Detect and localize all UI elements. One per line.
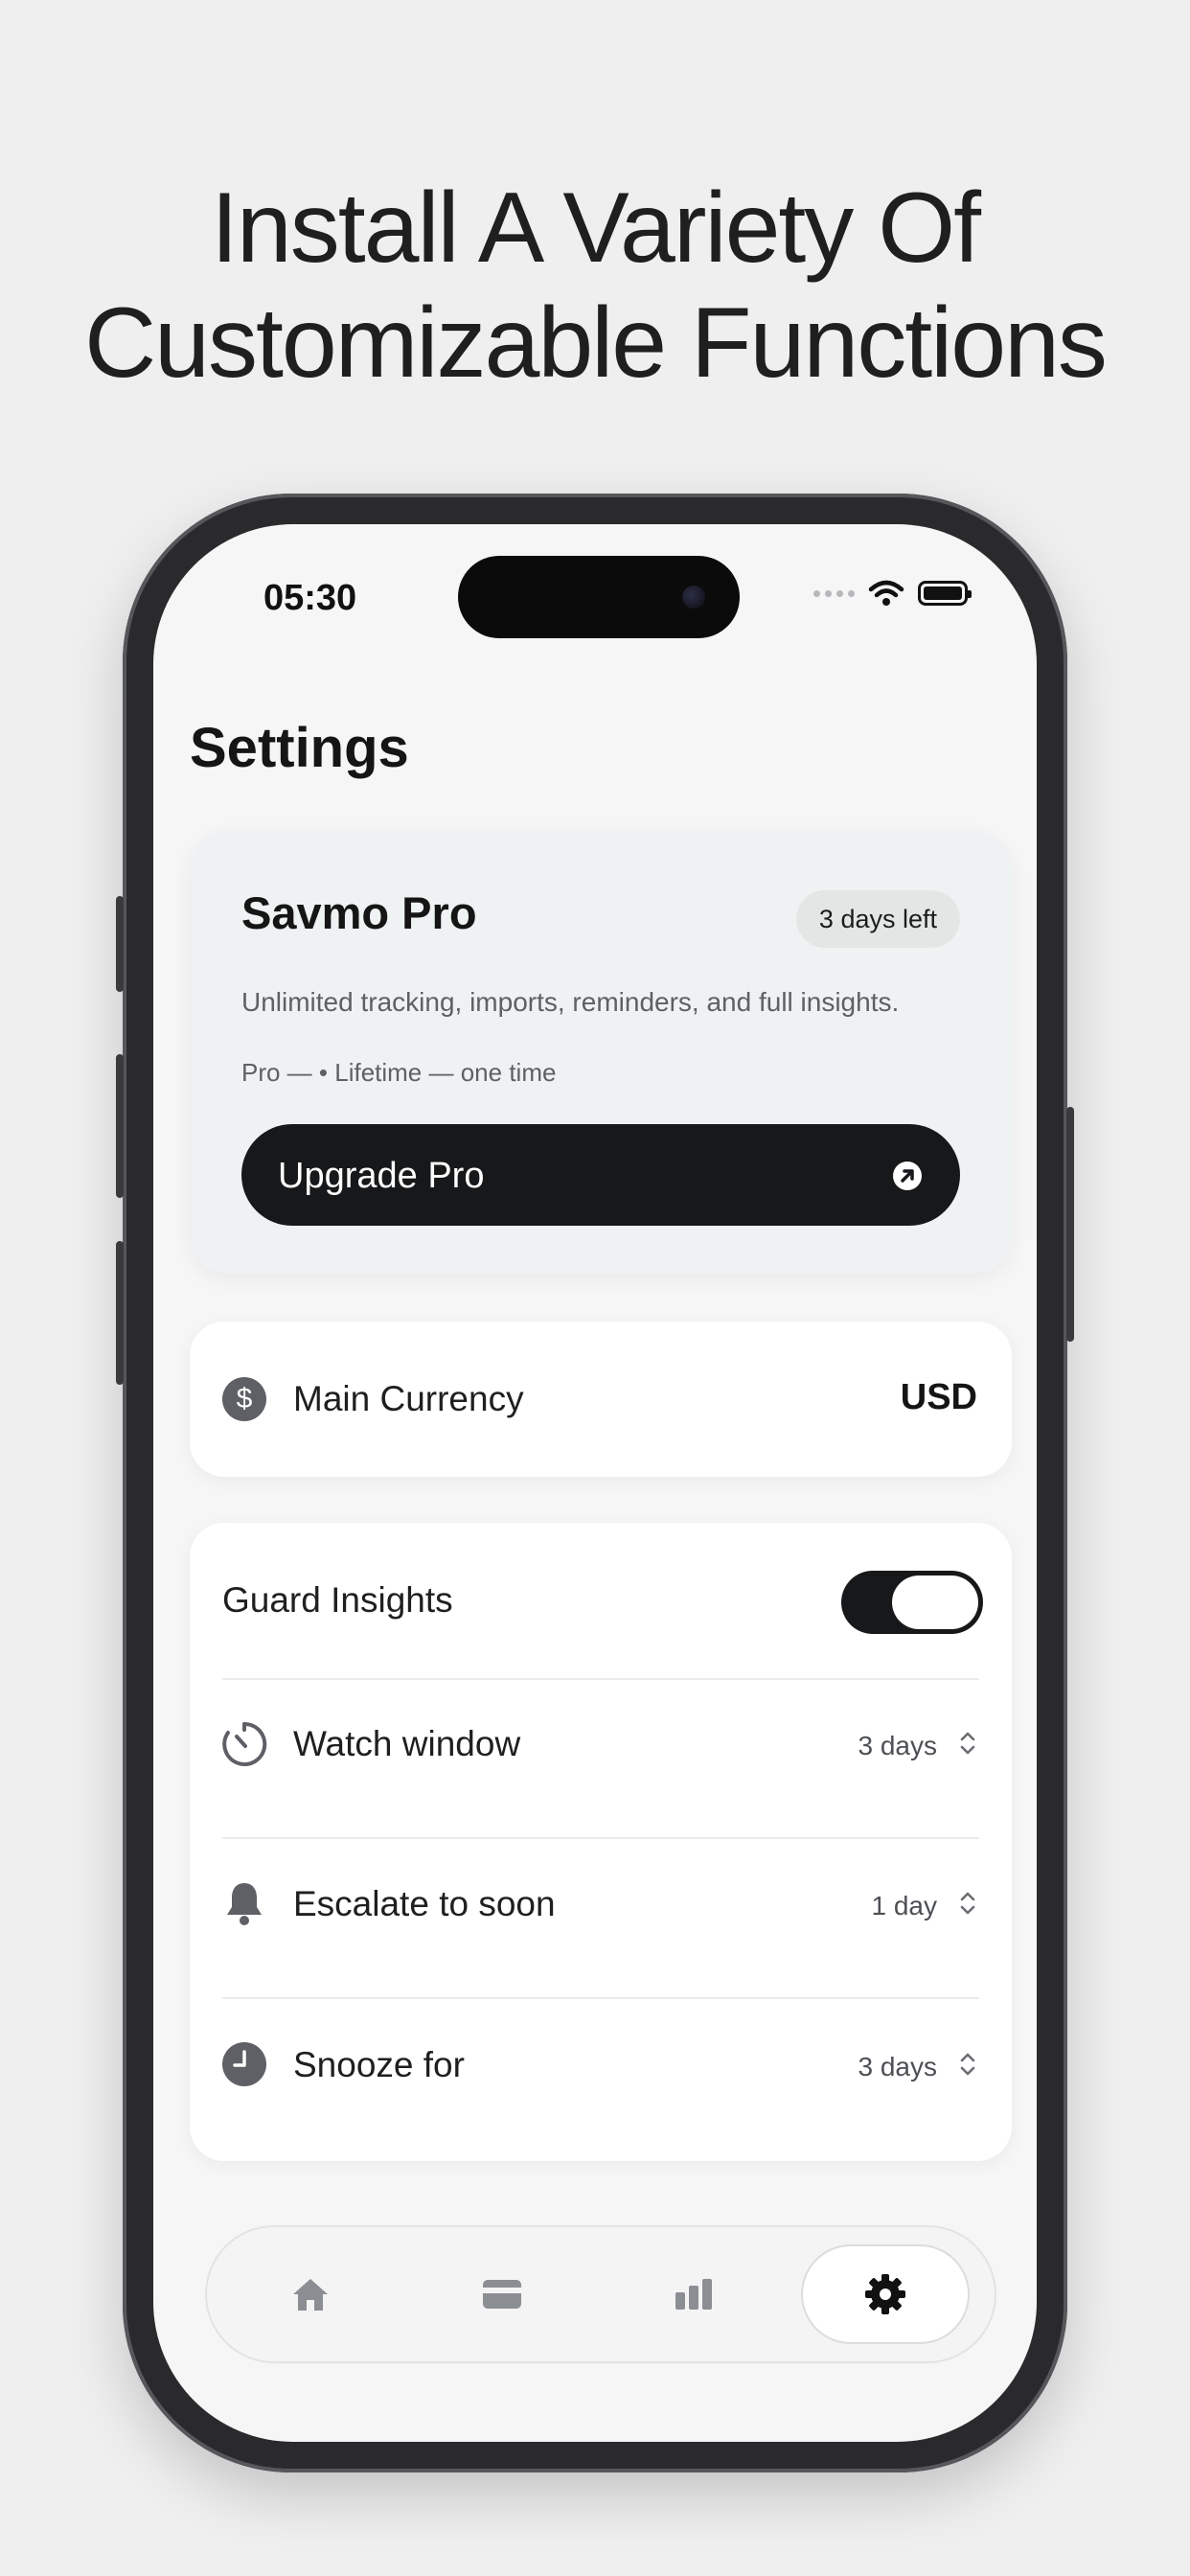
chevron-up-down-icon <box>960 1732 975 1755</box>
volume-down-button <box>116 1241 124 1385</box>
pro-description: Unlimited tracking, imports, reminders, … <box>241 987 900 1017</box>
phone-frame: 05:30 Settings Savmo Pro 3 days left Unl… <box>116 494 1074 2472</box>
snooze-value: 3 days <box>858 2052 938 2082</box>
tab-settings[interactable] <box>801 2244 970 2344</box>
divider <box>222 1678 979 1680</box>
snooze-label: Snooze for <box>293 2045 465 2084</box>
tab-home[interactable] <box>226 2244 395 2344</box>
guard-insights-toggle[interactable] <box>841 1571 983 1634</box>
pro-plan: Pro — • Lifetime — one time <box>241 1058 557 1087</box>
main-currency-row[interactable]: $ Main Currency USD <box>190 1322 1012 1477</box>
dollar-icon: $ <box>222 1377 266 1421</box>
wifi-icon <box>868 580 904 606</box>
tab-bar <box>205 2225 996 2363</box>
chevron-up-down-icon <box>960 2053 975 2076</box>
status-icons <box>813 580 972 607</box>
divider <box>222 1837 979 1839</box>
divider <box>222 1997 979 1999</box>
headline: Install A Variety Of Customizable Functi… <box>0 171 1190 401</box>
signal-icon <box>813 589 855 597</box>
main-currency-value: USD <box>900 1377 977 1417</box>
headline-line-1: Install A Variety Of <box>210 172 981 284</box>
tab-stats[interactable] <box>609 2244 778 2344</box>
dynamic-island <box>458 556 740 638</box>
guard-insights-card: Guard Insights Watch window 3 days Escal… <box>190 1523 1012 2161</box>
gear-icon <box>865 2274 905 2314</box>
escalate-label: Escalate to soon <box>293 1884 556 1923</box>
bell-icon <box>227 1883 262 1925</box>
headline-line-2: Customizable Functions <box>84 288 1108 399</box>
card-icon <box>483 2280 521 2309</box>
phone-screen: 05:30 Settings Savmo Pro 3 days left Unl… <box>153 524 1037 2442</box>
watch-window-label: Watch window <box>293 1724 521 1763</box>
timer-icon <box>222 1721 267 1766</box>
watch-window-value: 3 days <box>858 1731 938 1760</box>
page-title: Settings <box>190 717 409 779</box>
clock-icon <box>222 2042 266 2086</box>
trial-badge: 3 days left <box>795 890 960 948</box>
guard-insights-label: Guard Insights <box>222 1580 453 1620</box>
side-button <box>1066 1107 1074 1342</box>
upgrade-pro-button[interactable]: Upgrade Pro <box>241 1124 960 1226</box>
tab-cards[interactable] <box>418 2244 586 2344</box>
camera-lens <box>682 586 705 609</box>
upgrade-pro-label: Upgrade Pro <box>278 1156 485 1196</box>
pro-card: Savmo Pro 3 days left Unlimited tracking… <box>190 831 1012 1274</box>
pro-title: Savmo Pro <box>241 887 477 938</box>
arrow-up-right-icon <box>893 1162 922 1190</box>
bar-chart-icon <box>675 2279 712 2310</box>
volume-up-button <box>116 1054 124 1198</box>
toggle-knob <box>892 1576 978 1629</box>
main-currency-label: Main Currency <box>293 1379 524 1418</box>
chevron-up-down-icon <box>960 1892 975 1915</box>
status-time: 05:30 <box>263 578 357 618</box>
home-icon <box>293 2279 328 2311</box>
battery-icon <box>918 581 972 606</box>
action-button <box>116 896 124 992</box>
escalate-value: 1 day <box>871 1891 938 1920</box>
